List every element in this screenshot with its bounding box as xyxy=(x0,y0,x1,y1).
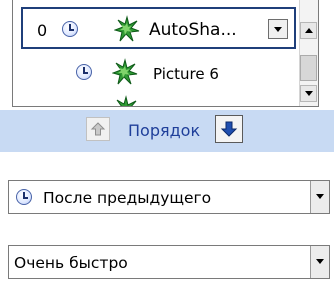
start-value: После предыдущего xyxy=(43,189,212,207)
item-options-dropdown-button[interactable] xyxy=(268,19,288,39)
animation-list[interactable]: 0 AutoSha... Picture 6 xyxy=(12,0,319,107)
animation-item-label: AutoSha... xyxy=(149,20,237,40)
reorder-label: Порядок xyxy=(128,121,201,140)
animation-item-picture-6[interactable]: Picture 6 xyxy=(13,52,300,92)
animation-item-autoshape[interactable]: 0 AutoSha... xyxy=(21,7,296,49)
scroll-thumb[interactable] xyxy=(300,55,317,81)
move-down-button[interactable] xyxy=(215,115,243,143)
animation-list-items: 0 AutoSha... Picture 6 xyxy=(13,0,300,106)
star-burst-icon xyxy=(112,58,138,85)
start-dropdown[interactable]: После предыдущего xyxy=(8,180,330,214)
speed-dropdown[interactable]: Очень быстро xyxy=(8,245,330,279)
speed-dropdown-arrow[interactable] xyxy=(310,246,329,278)
arrow-up-icon xyxy=(90,122,106,136)
animation-order-number: 0 xyxy=(37,21,48,40)
star-burst-icon xyxy=(116,95,137,106)
start-dropdown-arrow[interactable] xyxy=(310,181,329,213)
reorder-bar: Порядок xyxy=(0,110,334,152)
clock-icon xyxy=(62,21,78,37)
scroll-down-button[interactable] xyxy=(300,85,317,102)
animation-item-label: Picture 6 xyxy=(153,65,219,83)
animation-item-partial[interactable] xyxy=(13,95,300,106)
star-burst-icon xyxy=(114,15,140,42)
move-up-button[interactable] xyxy=(86,117,110,141)
list-scrollbar[interactable] xyxy=(299,0,318,106)
speed-value: Очень быстро xyxy=(14,254,128,272)
clock-icon xyxy=(76,64,92,80)
clock-icon xyxy=(16,189,32,205)
arrow-down-icon xyxy=(220,121,238,137)
scroll-up-button[interactable] xyxy=(300,22,317,39)
